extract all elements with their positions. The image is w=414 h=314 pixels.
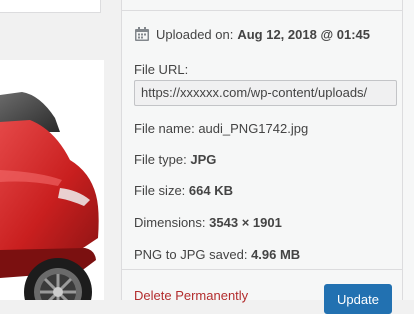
delete-permanently-link[interactable]: Delete Permanently [134,288,248,303]
file-size-label: File size: [134,183,186,198]
uploaded-value: Aug 12, 2018 @ 01:45 [237,26,370,42]
divider [402,0,403,300]
divider [122,269,402,270]
calendar-icon [134,26,150,42]
png-to-jpg-row: PNG to JPG saved: 4.96 MB [134,247,300,262]
file-type-row: File type: JPG [134,152,216,167]
file-type-value: JPG [190,152,217,167]
dimensions-row: Dimensions: 3543 × 1901 [134,215,282,230]
file-name-value: audi_PNG1742.jpg [198,121,309,136]
png-to-jpg-value: 4.96 MB [251,247,301,262]
uploaded-label: Uploaded on: [156,26,234,42]
file-size-row: File size: 664 KB [134,183,233,198]
file-name-row: File name: audi_PNG1742.jpg [134,121,308,136]
attachment-details-panel: Uploaded on: Aug 12, 2018 @ 01:45 File U… [121,0,414,314]
file-url-label: File URL: [134,62,189,77]
car-image [0,92,99,300]
png-to-jpg-label: PNG to JPG saved: [134,247,248,262]
dimensions-value: 3543 × 1901 [209,215,282,230]
file-name-label: File name: [134,121,195,136]
image-preview [0,60,104,300]
file-size-value: 664 KB [188,183,233,198]
uploaded-info: Uploaded on: Aug 12, 2018 @ 01:45 [134,24,370,44]
file-type-label: File type: [134,152,187,167]
update-button[interactable]: Update [324,284,392,314]
file-url-field[interactable]: https://xxxxxx.com/wp-content/uploads/ [134,80,397,106]
previous-card [0,0,101,13]
dimensions-label: Dimensions: [134,215,206,230]
divider [122,10,402,11]
